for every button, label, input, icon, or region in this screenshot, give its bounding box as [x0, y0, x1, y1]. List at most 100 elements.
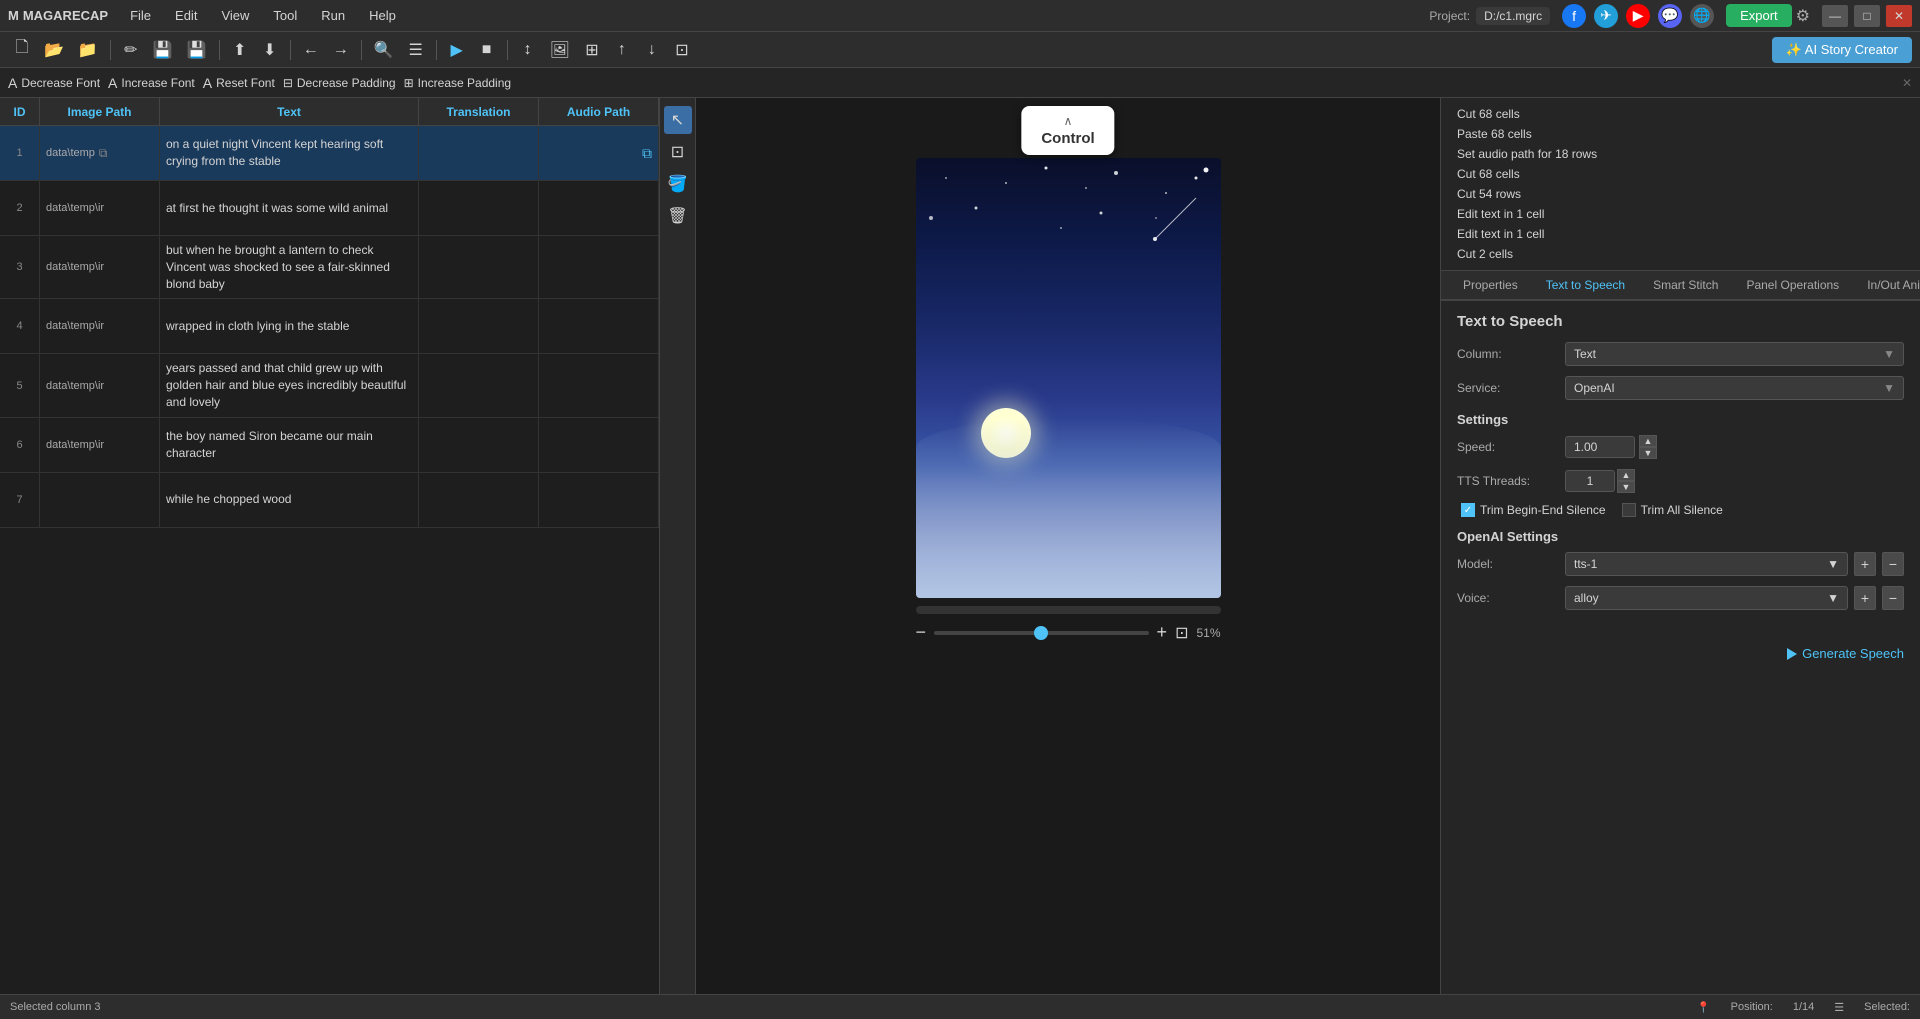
trim-begin-checkbox-box[interactable]: ✓: [1461, 503, 1475, 517]
download-button[interactable]: ⬇: [256, 36, 284, 64]
website-icon[interactable]: 🌐: [1690, 4, 1714, 28]
tab-text-to-speech[interactable]: Text to Speech: [1532, 271, 1639, 301]
ctx-edit-1a[interactable]: Edit text in 1 cell: [1451, 204, 1910, 224]
generate-speech-button[interactable]: Generate Speech: [1787, 646, 1904, 661]
cell-text[interactable]: years passed and that child grew up with…: [160, 354, 419, 416]
cell-text[interactable]: but when he brought a lantern to check V…: [160, 236, 419, 298]
discord-icon[interactable]: 💬: [1658, 4, 1682, 28]
threads-input[interactable]: [1565, 470, 1615, 492]
table-row[interactable]: 4 data\temp\ir wrapped in cloth lying in…: [0, 299, 659, 354]
horizontal-scrollbar[interactable]: [916, 606, 1221, 614]
voice-remove-button[interactable]: −: [1882, 586, 1904, 610]
ctx-edit-1b[interactable]: Edit text in 1 cell: [1451, 224, 1910, 244]
decrease-padding-button[interactable]: ⊟ Decrease Padding: [283, 76, 396, 90]
settings-icon[interactable]: ⚙: [1796, 6, 1810, 26]
tab-panel-operations[interactable]: Panel Operations: [1732, 271, 1853, 301]
image-external-icon[interactable]: ⧉: [99, 146, 108, 161]
increase-padding-button[interactable]: ⊞ Increase Padding: [404, 76, 511, 90]
upload-button[interactable]: ⬆: [226, 36, 254, 64]
trim-all-checkbox-box[interactable]: [1622, 503, 1636, 517]
menu-tool[interactable]: Tool: [263, 4, 307, 27]
menu-view[interactable]: View: [211, 4, 259, 27]
new-file-button[interactable]: 🗋: [8, 36, 36, 64]
edit-button[interactable]: ✏: [117, 36, 145, 64]
table-row[interactable]: 1 data\temp ⧉ on a quiet night Vincent k…: [0, 126, 659, 181]
maximize-button[interactable]: □: [1854, 5, 1880, 27]
crop-button[interactable]: ⊡: [668, 36, 696, 64]
ctx-set-audio[interactable]: Set audio path for 18 rows: [1451, 144, 1910, 164]
export-button[interactable]: Export: [1726, 4, 1792, 27]
close-button[interactable]: ✕: [1886, 5, 1912, 27]
menu-help[interactable]: Help: [359, 4, 406, 27]
model-add-button[interactable]: +: [1854, 552, 1876, 576]
service-select[interactable]: OpenAI ▼: [1565, 376, 1904, 400]
model-remove-button[interactable]: −: [1882, 552, 1904, 576]
audio-link-icon[interactable]: ⧉: [642, 145, 652, 162]
decrease-font-button[interactable]: A Decrease Font: [8, 75, 100, 91]
menu-run[interactable]: Run: [311, 4, 355, 27]
speed-down-button[interactable]: ▼: [1639, 447, 1657, 459]
up-button[interactable]: ↑: [608, 36, 636, 64]
add-col-button[interactable]: ⊞: [578, 36, 606, 64]
telegram-icon[interactable]: ✈: [1594, 4, 1618, 28]
zoom-out-button[interactable]: −: [916, 622, 927, 643]
undo-button[interactable]: ←: [297, 36, 325, 64]
save-button[interactable]: 💾: [147, 36, 179, 64]
zoom-button[interactable]: 🔍: [368, 36, 400, 64]
table-row[interactable]: 5 data\temp\ir years passed and that chi…: [0, 354, 659, 417]
zoom-slider-thumb[interactable]: [1034, 626, 1048, 640]
paint-tool-button[interactable]: 🪣: [664, 170, 692, 198]
trim-begin-checkbox[interactable]: ✓ Trim Begin-End Silence: [1461, 503, 1606, 517]
zoom-slider[interactable]: [934, 631, 1149, 635]
menu-edit[interactable]: Edit: [165, 4, 207, 27]
fontbar-collapse-button[interactable]: ✕: [1902, 76, 1912, 90]
speed-up-button[interactable]: ▲: [1639, 435, 1657, 447]
delete-tool-button[interactable]: 🗑: [664, 202, 692, 230]
voice-select[interactable]: alloy ▼: [1565, 586, 1848, 610]
threads-up-button[interactable]: ▲: [1617, 469, 1635, 481]
minimize-button[interactable]: —: [1822, 5, 1848, 27]
tab-inout-anim[interactable]: In/Out Anim: [1853, 271, 1920, 301]
save-as-button[interactable]: 💾: [181, 36, 213, 64]
open-button[interactable]: 📂: [38, 36, 70, 64]
table-row[interactable]: 3 data\temp\ir but when he brought a lan…: [0, 236, 659, 299]
folder-button[interactable]: 📁: [72, 36, 104, 64]
voice-add-button[interactable]: +: [1854, 586, 1876, 610]
crop-tool-button[interactable]: ⊡: [664, 138, 692, 166]
facebook-icon[interactable]: f: [1562, 4, 1586, 28]
control-collapse-arrow[interactable]: ∧: [1064, 114, 1073, 128]
stop-button[interactable]: ■: [473, 36, 501, 64]
ctx-cut-54[interactable]: Cut 54 rows: [1451, 184, 1910, 204]
ctx-cut-2[interactable]: Cut 2 cells: [1451, 244, 1910, 264]
redo-button[interactable]: →: [327, 36, 355, 64]
ai-story-button[interactable]: ✨ AI Story Creator: [1772, 37, 1912, 63]
speed-input[interactable]: [1565, 436, 1635, 458]
tab-smart-stitch[interactable]: Smart Stitch: [1639, 271, 1732, 301]
model-select[interactable]: tts-1 ▼: [1565, 552, 1848, 576]
zoom-in-button[interactable]: +: [1157, 622, 1168, 643]
image-button[interactable]: 🖼: [544, 36, 576, 64]
tab-properties[interactable]: Properties: [1449, 271, 1532, 301]
table-row[interactable]: 7 while he chopped wood: [0, 473, 659, 528]
sort-button[interactable]: ↕: [514, 36, 542, 64]
list-button[interactable]: ☰: [402, 36, 430, 64]
down-button[interactable]: ↓: [638, 36, 666, 64]
table-row[interactable]: 6 data\temp\ir the boy named Siron becam…: [0, 418, 659, 473]
increase-font-button[interactable]: A Increase Font: [108, 75, 195, 91]
trim-all-checkbox[interactable]: Trim All Silence: [1622, 503, 1723, 517]
play-button[interactable]: ▶: [443, 36, 471, 64]
cell-text[interactable]: on a quiet night Vincent kept hearing so…: [160, 126, 419, 180]
select-tool-button[interactable]: ↖: [664, 106, 692, 134]
ctx-paste-68[interactable]: Paste 68 cells: [1451, 124, 1910, 144]
table-row[interactable]: 2 data\temp\ir at first he thought it wa…: [0, 181, 659, 236]
fit-screen-button[interactable]: ⊡: [1175, 623, 1188, 643]
cell-text[interactable]: while he chopped wood: [160, 473, 419, 527]
cell-text[interactable]: wrapped in cloth lying in the stable: [160, 299, 419, 353]
cell-text[interactable]: at first he thought it was some wild ani…: [160, 181, 419, 235]
column-select[interactable]: Text ▼: [1565, 342, 1904, 366]
ctx-cut-68b[interactable]: Cut 68 cells: [1451, 164, 1910, 184]
menu-file[interactable]: File: [120, 4, 161, 27]
threads-down-button[interactable]: ▼: [1617, 481, 1635, 493]
reset-font-button[interactable]: A Reset Font: [203, 75, 275, 91]
cell-text[interactable]: the boy named Siron became our main char…: [160, 418, 419, 472]
